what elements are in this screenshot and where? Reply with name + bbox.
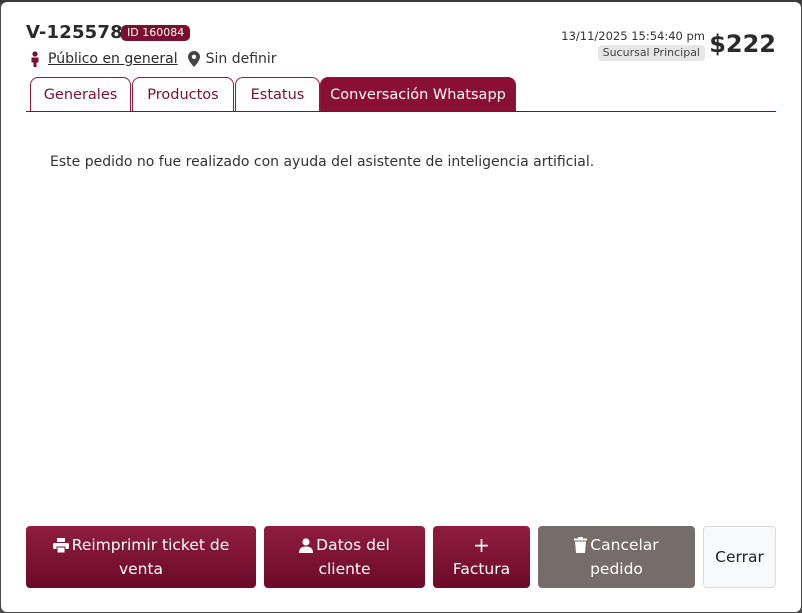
tab-conversacion-whatsapp[interactable]: Conversación Whatsapp: [320, 77, 516, 111]
order-detail-modal: V-125578 ID 160084 Público en general Si…: [1, 2, 801, 612]
tab-productos[interactable]: Productos: [132, 77, 234, 111]
close-label: Cerrar: [715, 548, 764, 566]
client-data-label-2: cliente: [318, 560, 371, 578]
tab-bar: Generales Productos Estatus Conversación…: [26, 77, 776, 112]
trash-icon: [574, 537, 588, 553]
plus-icon: +: [473, 533, 490, 557]
location-pin-icon: [187, 51, 200, 67]
ai-assistant-message: Este pedido no fue realizado con ayuda d…: [50, 154, 595, 170]
tab-estatus[interactable]: Estatus: [235, 77, 320, 111]
invoice-label: Factura: [452, 560, 511, 578]
branch-badge: Sucursal Principal: [597, 45, 705, 61]
customer-row: Público en general Sin definir: [28, 49, 277, 69]
order-datetime: 13/11/2025 15:54:40 pm: [561, 29, 705, 43]
cancel-order-button[interactable]: Cancelar pedido: [538, 526, 695, 588]
order-total: $222: [709, 30, 776, 58]
reprint-ticket-label-1: Reimprimir ticket de: [71, 536, 230, 554]
cancel-order-label-1: Cancelar: [590, 536, 659, 554]
client-data-label-1: Datos del: [316, 536, 390, 554]
order-code: V-125578: [26, 22, 123, 43]
person-icon: [31, 51, 39, 67]
cancel-order-label-2: pedido: [590, 560, 643, 578]
reprint-ticket-label-2: venta: [118, 560, 164, 578]
reprint-ticket-button[interactable]: Reimprimir ticket de venta: [26, 526, 256, 588]
user-icon: [299, 537, 314, 553]
order-id-badge: ID 160084: [121, 25, 191, 41]
invoice-button[interactable]: + Factura: [433, 526, 530, 588]
printer-icon: [52, 537, 69, 553]
client-data-button[interactable]: Datos del cliente: [264, 526, 425, 588]
tab-generales[interactable]: Generales: [30, 77, 131, 111]
location-text: Sin definir: [205, 51, 277, 67]
customer-name-link[interactable]: Público en general: [48, 51, 178, 67]
close-button[interactable]: Cerrar: [703, 526, 776, 588]
